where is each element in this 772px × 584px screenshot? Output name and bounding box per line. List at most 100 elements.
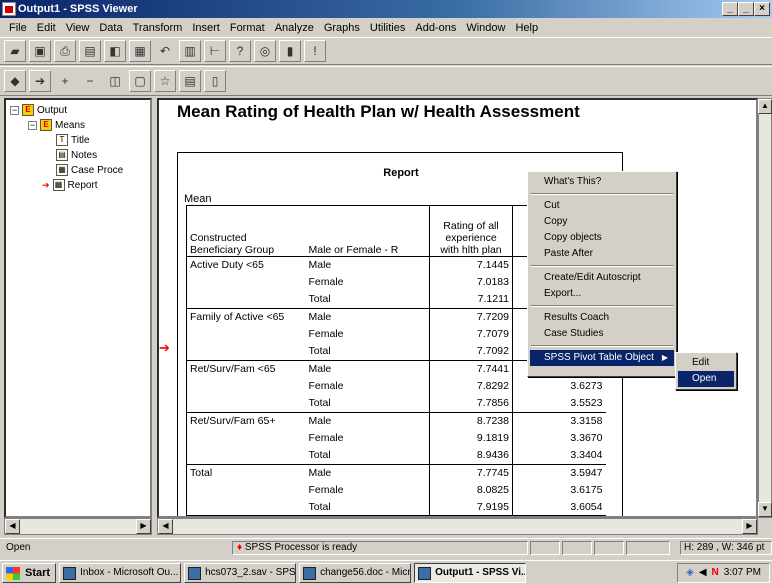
promote-icon[interactable]: ◆ [4,70,26,92]
taskbar: Start Inbox - Microsoft Ou... hcs073_2.s… [0,560,772,584]
menu-item-copy-objects[interactable]: Copy objects [530,230,674,246]
collapse-toggle-icon[interactable]: − [28,120,37,130]
restore-button[interactable]: ̲ [738,2,754,16]
menu-window[interactable]: Window [461,22,510,34]
menu-format[interactable]: Format [225,22,270,34]
menu-data[interactable]: Data [94,22,127,34]
content-horizontal-scrollbar[interactable]: ◀ ▶ [157,518,758,535]
task-spss-data[interactable]: hcs073_2.sav - SPS... [184,562,297,583]
table-cell: 8.7238 [429,411,513,430]
menu-item-paste-after[interactable]: Paste After [530,246,674,262]
scroll-up-icon[interactable]: ▲ [758,99,772,114]
outline-horizontal-scrollbar[interactable]: ◀ ▶ [4,518,152,535]
network-icon[interactable]: ◈ [686,567,694,578]
scroll-down-icon[interactable]: ▼ [758,502,772,517]
exclamation-icon[interactable]: ! [304,40,326,62]
find-icon[interactable]: ◎ [254,40,276,62]
show-icon[interactable]: ◫ [104,70,126,92]
demote-icon[interactable]: ➔ [29,70,51,92]
antivirus-icon[interactable]: N [712,567,719,578]
menu-help[interactable]: Help [510,22,543,34]
table-cell: Female [308,484,344,496]
tree-item-title[interactable]: T Title [56,134,90,146]
designate-window-icon[interactable]: ▮ [279,40,301,62]
table-row: Female 9.1819 3.3670 [186,429,606,447]
task-word[interactable]: change56.doc - Micr... [299,562,412,583]
content-vertical-scrollbar[interactable]: ▲ ▼ [758,98,772,518]
tree-item-report[interactable]: ➔ ▦ Report [42,179,98,191]
collapse-icon[interactable]: − [79,70,101,92]
notes-icon: ▤ [56,149,68,161]
menu-item-whats-this[interactable]: What's This? [530,174,674,190]
variables-icon[interactable]: ? [229,40,251,62]
menu-item-cut[interactable]: Cut [530,198,674,214]
scroll-left-icon[interactable]: ◀ [158,519,173,534]
open-icon[interactable]: ▰ [4,40,26,62]
menu-addons[interactable]: Add-ons [410,22,461,34]
table-cell: Total [308,293,331,306]
insert-text-icon[interactable]: ▯ [204,70,226,92]
menu-item-export[interactable]: Export... [530,286,674,302]
expand-icon[interactable]: + [54,70,76,92]
table-cell: Female [308,328,344,341]
dialog-recall-icon[interactable]: ▦ [129,40,151,62]
menu-separator [531,305,673,307]
tree-item-means[interactable]: − E Means [28,119,85,131]
menu-item-open[interactable]: Open [678,371,734,387]
menu-item-results-coach[interactable]: Results Coach [530,310,674,326]
spss-app-icon [2,2,16,16]
hide-icon[interactable]: ▢ [129,70,151,92]
menu-item-autoscript[interactable]: Create/Edit Autoscript [530,270,674,286]
collapse-toggle-icon[interactable]: − [10,105,19,115]
table-cell: 7.0183 [429,273,513,292]
menu-insert[interactable]: Insert [187,22,225,34]
minimize-button[interactable]: _ [722,2,738,16]
tree-item-output[interactable]: − E Output [10,104,67,116]
menu-analyze[interactable]: Analyze [270,22,319,34]
table-cell: 7.7745 [429,463,513,482]
goto-case-icon[interactable]: ⊢ [204,40,226,62]
menu-view[interactable]: View [61,22,95,34]
print-icon[interactable]: ⎙ [54,40,76,62]
task-spss-viewer[interactable]: Output1 - SPSS Vi... [414,562,527,583]
menu-item-copy[interactable]: Copy [530,214,674,230]
clock[interactable]: 3:07 PM [724,567,761,578]
scroll-left-icon[interactable]: ◀ [5,519,20,534]
table-row: Total 7.9195 3.6054 [186,498,606,516]
table-cell: Total [305,498,430,516]
group-label: Ret/Surv/Fam <65 [186,359,306,378]
scroll-right-icon[interactable]: ▶ [136,519,151,534]
menu-item-edit[interactable]: Edit [678,355,734,371]
task-outlook[interactable]: Inbox - Microsoft Ou... [59,562,182,583]
table-cell: Male [305,411,430,430]
menu-file[interactable]: File [4,22,32,34]
undo-icon[interactable]: ↶ [154,40,176,62]
insert-heading-icon[interactable]: ☆ [154,70,176,92]
outline-pane[interactable]: − E Output − E Means T Title ▤ Notes ▦ Case Pro… [4,98,152,518]
outlook-icon [63,566,77,580]
outline-toolbar: ◆ ➔ + − ◫ ▢ ☆ ▤ ▯ [0,66,772,96]
scroll-right-icon[interactable]: ▶ [742,519,757,534]
insert-title-icon[interactable]: ▤ [179,70,201,92]
table-row: Total Male 7.7745 3.5947 [186,463,606,482]
group-label: Family of Active <65 [186,307,306,326]
print-preview-icon[interactable]: ▤ [79,40,101,62]
menu-utilities[interactable]: Utilities [365,22,410,34]
table-cell: Total [308,345,331,358]
menu-item-case-studies[interactable]: Case Studies [530,326,674,342]
tree-item-notes[interactable]: ▤ Notes [56,149,97,161]
menu-edit[interactable]: Edit [32,22,61,34]
volume-icon[interactable]: ◀ [699,567,707,578]
save-icon[interactable]: ▣ [29,40,51,62]
export-icon[interactable]: ◧ [104,40,126,62]
menu-transform[interactable]: Transform [128,22,188,34]
close-button[interactable]: × [754,2,770,16]
goto-data-icon[interactable]: ▥ [179,40,201,62]
table-row: Female 7.8292 3.6273 [186,377,606,395]
menu-graphs[interactable]: Graphs [319,22,365,34]
menu-item-pivot-table-object[interactable]: SPSS Pivot Table Object ▶ [530,350,674,366]
word-icon [303,566,317,580]
table-cell: 3.6273 [570,380,603,393]
start-button[interactable]: Start [2,562,57,583]
tree-item-case-processing[interactable]: ▦ Case Proce [56,164,123,176]
